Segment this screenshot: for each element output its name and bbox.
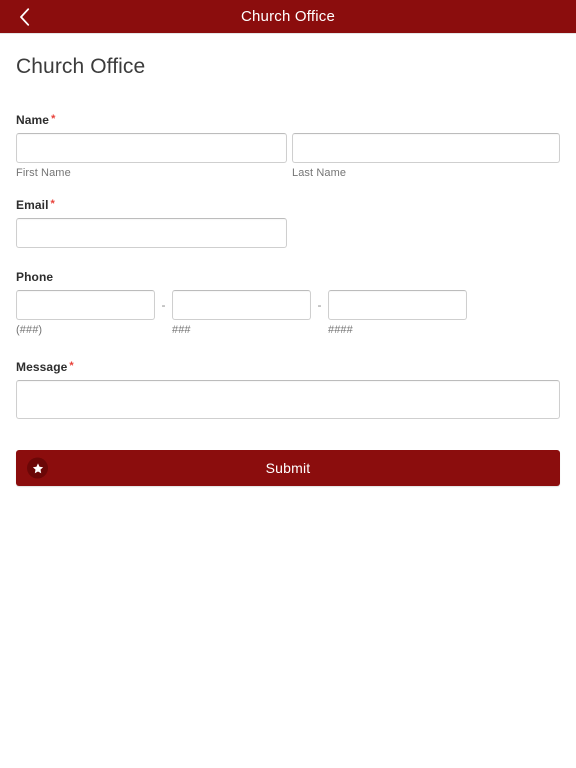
submit-button[interactable]: Submit <box>16 450 560 486</box>
first-name-input[interactable] <box>16 133 287 163</box>
field-message-label: Message * <box>16 360 560 374</box>
field-name-label-text: Name <box>16 113 50 127</box>
phone-area-cell: (###) <box>16 290 155 336</box>
required-asterisk: * <box>50 198 55 210</box>
message-textarea[interactable] <box>16 380 560 419</box>
email-input-row <box>16 218 560 248</box>
star-icon <box>27 457 48 479</box>
phone-separator-1: - <box>161 298 166 312</box>
field-message: Message * <box>16 360 560 424</box>
phone-line-input[interactable] <box>328 290 467 320</box>
navbar-title: Church Office <box>240 8 336 25</box>
field-phone-label-text: Phone <box>16 270 54 284</box>
first-name-sublabel: First Name <box>16 167 71 179</box>
last-name-sublabel: Last Name <box>292 167 347 179</box>
phone-prefix-cell: ### <box>172 290 311 336</box>
contact-form: Name * First Name Last Name Email * Phon… <box>16 113 560 486</box>
field-email-label-text: Email <box>16 198 49 212</box>
phone-area-input[interactable] <box>16 290 155 320</box>
chevron-left-icon <box>19 7 30 26</box>
phone-line-cell: #### <box>328 290 467 336</box>
phone-prefix-input[interactable] <box>172 290 311 320</box>
submit-button-label: Submit <box>265 460 311 476</box>
field-message-label-text: Message <box>16 360 68 374</box>
field-phone-label: Phone <box>16 270 560 284</box>
email-input[interactable] <box>16 218 287 248</box>
phone-inputs-row: (###) - ### - #### <box>16 290 560 336</box>
back-button[interactable] <box>0 0 48 33</box>
last-name-cell: Last Name <box>292 133 560 179</box>
phone-area-sublabel: (###) <box>16 324 43 336</box>
page-title: Church Office <box>16 55 146 78</box>
email-cell <box>16 218 287 248</box>
phone-line-sublabel: #### <box>328 324 353 336</box>
first-name-cell: First Name <box>16 133 287 179</box>
page-content: Church Office Name * First Name Last Name <box>0 55 576 486</box>
top-navigation-bar: Church Office <box>0 0 576 33</box>
field-name: Name * First Name Last Name <box>16 113 560 179</box>
required-asterisk: * <box>69 360 74 372</box>
phone-prefix-sublabel: ### <box>172 324 191 336</box>
field-phone: Phone (###) - ### - #### <box>16 270 560 336</box>
field-email: Email * <box>16 198 560 248</box>
field-name-label: Name * <box>16 113 560 127</box>
last-name-input[interactable] <box>292 133 560 163</box>
field-email-label: Email * <box>16 198 560 212</box>
phone-separator-2: - <box>317 298 322 312</box>
name-inputs-row: First Name Last Name <box>16 133 560 179</box>
required-asterisk: * <box>51 113 56 125</box>
